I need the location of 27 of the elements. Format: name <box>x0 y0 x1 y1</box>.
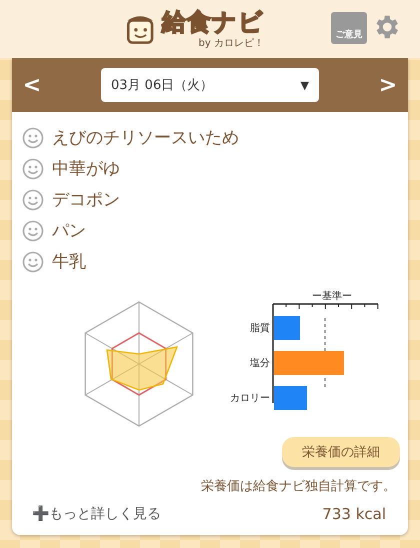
byline: by カロレピ！ <box>198 37 264 50</box>
previous-day-button[interactable]: < <box>20 72 44 98</box>
show-more-link[interactable]: ➕もっと詳しく見る <box>32 505 161 523</box>
dish-name: えびのチリソースいため <box>52 127 239 149</box>
next-day-button[interactable]: > <box>376 72 400 98</box>
nutrition-details-button[interactable]: 栄養価の詳細 <box>282 437 400 467</box>
smiley-icon <box>22 188 44 210</box>
smiley-icon <box>22 126 44 148</box>
bar-label: 脂質 <box>249 322 270 334</box>
date-select[interactable]: 03月 06日（火） ▼ <box>101 68 319 102</box>
feedback-box-button[interactable]: ご意見 <box>331 12 367 44</box>
chart-bar <box>274 386 307 410</box>
bar-label: 塩分 <box>249 356 270 370</box>
dish-name: デコポン <box>52 189 120 211</box>
smiley-icon <box>22 220 44 242</box>
smiley-icon <box>22 250 44 272</box>
dish-name: パン <box>52 220 86 242</box>
dish-name: 中華がゆ <box>52 158 120 180</box>
total-calories: 733 kcal <box>322 505 386 523</box>
chart-legend: ー基準ー <box>312 289 352 303</box>
dish-name: 牛乳 <box>52 251 86 273</box>
app-logo: 給食ナビ <box>162 8 264 36</box>
smiley-icon <box>22 158 44 180</box>
chart-bar <box>274 316 300 340</box>
bar-label: カロリー <box>230 392 270 404</box>
chart-bar <box>274 351 344 375</box>
nutrition-note: 栄養価は給食ナビ独自計算です。 <box>200 478 396 495</box>
